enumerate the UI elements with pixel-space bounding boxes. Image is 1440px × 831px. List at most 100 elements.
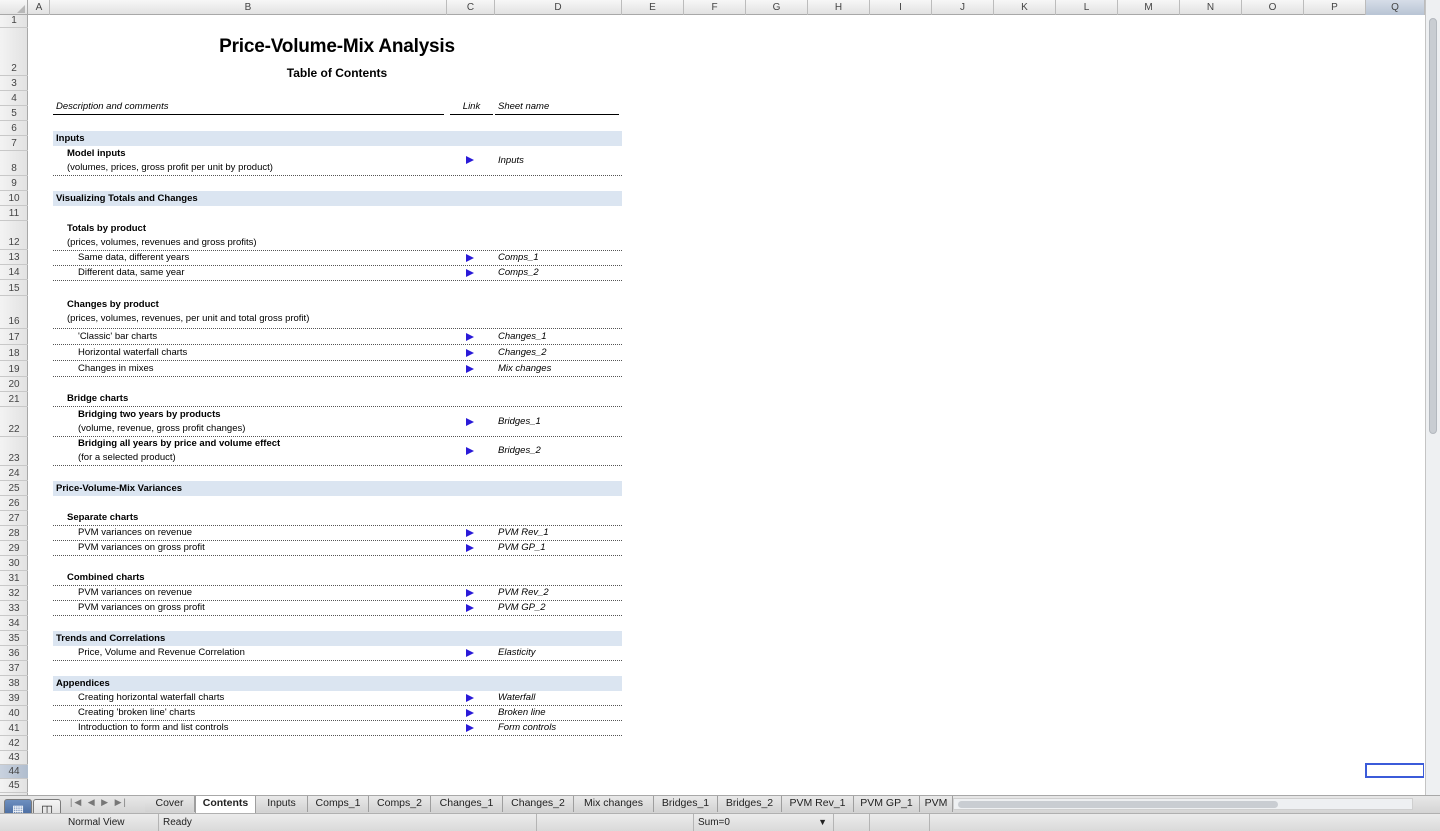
tab-inputs[interactable]: Inputs — [256, 796, 308, 812]
link-arrow-icon[interactable] — [466, 694, 474, 702]
row-header[interactable]: 38 — [0, 676, 28, 691]
row-header[interactable]: 22 — [0, 407, 28, 437]
row-header[interactable]: 20 — [0, 377, 28, 392]
row-header[interactable]: 23 — [0, 437, 28, 466]
row-header[interactable]: 42 — [0, 736, 28, 751]
tab-cover[interactable]: Cover — [145, 796, 195, 812]
row-header[interactable]: 13 — [0, 250, 28, 265]
column-header-i[interactable]: I — [870, 0, 932, 15]
row-header[interactable]: 28 — [0, 526, 28, 541]
link-arrow-icon[interactable] — [466, 418, 474, 426]
link-arrow-icon[interactable] — [466, 254, 474, 262]
column-header-d[interactable]: D — [495, 0, 622, 15]
tab-bridges-2[interactable]: Bridges_2 — [718, 796, 782, 812]
link-arrow-icon[interactable] — [466, 333, 474, 341]
tab-comps-1[interactable]: Comps_1 — [308, 796, 369, 812]
column-header-e[interactable]: E — [622, 0, 684, 15]
row-header[interactable]: 34 — [0, 616, 28, 631]
row-header[interactable]: 3 — [0, 76, 28, 91]
row-header[interactable]: 4 — [0, 91, 28, 106]
row-header[interactable]: 29 — [0, 541, 28, 556]
row-header[interactable]: 36 — [0, 646, 28, 661]
tab-contents[interactable]: Contents — [195, 796, 256, 813]
row-header[interactable]: 35 — [0, 631, 28, 646]
vertical-scrollbar[interactable] — [1425, 0, 1440, 795]
column-header-o[interactable]: O — [1242, 0, 1304, 15]
row-header[interactable]: 24 — [0, 466, 28, 481]
row-header[interactable]: 16 — [0, 296, 28, 329]
link-arrow-icon[interactable] — [466, 649, 474, 657]
column-header-a[interactable]: A — [29, 0, 50, 15]
row-header[interactable]: 25 — [0, 481, 28, 496]
column-header-g[interactable]: G — [746, 0, 808, 15]
column-header-h[interactable]: H — [808, 0, 870, 15]
row-header[interactable]: 45 — [0, 779, 28, 793]
tab-mix-changes[interactable]: Mix changes — [574, 796, 654, 812]
horizontal-scroll-thumb[interactable] — [958, 801, 1278, 808]
column-header-l[interactable]: L — [1056, 0, 1118, 15]
link-arrow-icon[interactable] — [466, 447, 474, 455]
row-header[interactable]: 7 — [0, 136, 28, 151]
row-header[interactable]: 37 — [0, 661, 28, 676]
column-header-b[interactable]: B — [50, 0, 447, 15]
link-arrow-icon[interactable] — [466, 709, 474, 717]
column-header-f[interactable]: F — [684, 0, 746, 15]
row-header[interactable]: 2 — [0, 28, 28, 76]
row-header[interactable]: 14 — [0, 265, 28, 280]
column-header-p[interactable]: P — [1304, 0, 1366, 15]
row-header[interactable]: 32 — [0, 586, 28, 601]
link-arrow-icon[interactable] — [466, 365, 474, 373]
row-header[interactable]: 5 — [0, 106, 28, 121]
tab-pvm-gp-1[interactable]: PVM GP_1 — [854, 796, 920, 812]
row-header[interactable]: 1 — [0, 15, 28, 28]
row-header[interactable]: 40 — [0, 706, 28, 721]
row-header[interactable]: 27 — [0, 511, 28, 526]
link-arrow-icon[interactable] — [466, 269, 474, 277]
row-header[interactable]: 18 — [0, 345, 28, 361]
row-header[interactable]: 30 — [0, 556, 28, 571]
column-header-m[interactable]: M — [1118, 0, 1180, 15]
row-header[interactable]: 9 — [0, 176, 28, 191]
column-header-q[interactable]: Q — [1366, 0, 1425, 15]
link-arrow-icon[interactable] — [466, 604, 474, 612]
row-header[interactable]: 12 — [0, 221, 28, 250]
link-arrow-icon[interactable] — [466, 349, 474, 357]
tab-pvm-rev-1[interactable]: PVM Rev_1 — [782, 796, 854, 812]
link-arrow-icon[interactable] — [466, 529, 474, 537]
row-header[interactable]: 31 — [0, 571, 28, 586]
vertical-scroll-thumb[interactable] — [1429, 18, 1437, 434]
tab-comps-2[interactable]: Comps_2 — [369, 796, 431, 812]
row-header[interactable]: 39 — [0, 691, 28, 706]
active-cell-selection[interactable] — [1365, 763, 1424, 778]
row-header[interactable]: 43 — [0, 751, 28, 765]
link-arrow-icon[interactable] — [466, 156, 474, 164]
row-header[interactable]: 6 — [0, 121, 28, 136]
column-header-n[interactable]: N — [1180, 0, 1242, 15]
select-all-corner[interactable] — [0, 0, 28, 15]
column-header-k[interactable]: K — [994, 0, 1056, 15]
worksheet-grid[interactable]: Price-Volume-Mix Analysis Table of Conte… — [29, 16, 1424, 795]
column-header-j[interactable]: J — [932, 0, 994, 15]
horizontal-scrollbar[interactable] — [953, 798, 1413, 810]
row-header[interactable]: 33 — [0, 601, 28, 616]
tab-bridges-1[interactable]: Bridges_1 — [654, 796, 718, 812]
row-header[interactable]: 10 — [0, 191, 28, 206]
link-arrow-icon[interactable] — [466, 724, 474, 732]
row-header[interactable]: 21 — [0, 392, 28, 407]
tab-pvm[interactable]: PVM — [920, 796, 953, 812]
row-header[interactable]: 26 — [0, 496, 28, 511]
row-header[interactable]: 19 — [0, 361, 28, 377]
link-arrow-icon[interactable] — [466, 544, 474, 552]
column-header-c[interactable]: C — [447, 0, 495, 15]
row-header[interactable]: 41 — [0, 721, 28, 736]
status-sum-dropdown[interactable]: Sum=0 ▼ — [694, 814, 834, 831]
tab-navigation-arrows[interactable]: |◀ ◀ ▶ ▶| — [70, 797, 128, 808]
row-header[interactable]: 17 — [0, 329, 28, 345]
row-header[interactable]: 15 — [0, 280, 28, 296]
row-header[interactable]: 8 — [0, 151, 28, 176]
row-header[interactable]: 44 — [0, 765, 28, 779]
row-header[interactable]: 11 — [0, 206, 28, 221]
tab-changes-2[interactable]: Changes_2 — [503, 796, 574, 812]
link-arrow-icon[interactable] — [466, 589, 474, 597]
tab-changes-1[interactable]: Changes_1 — [431, 796, 503, 812]
